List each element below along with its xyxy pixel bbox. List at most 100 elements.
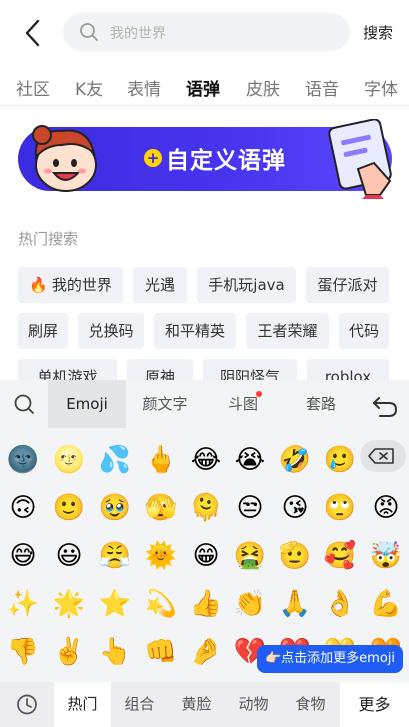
undo-icon[interactable] bbox=[365, 390, 405, 420]
search-input[interactable]: 我的世界 bbox=[110, 23, 166, 43]
hot-search-title: 热门搜索 bbox=[18, 230, 79, 248]
emoji-key[interactable]: 😅 bbox=[3, 536, 43, 576]
emoji-key[interactable]: 👏 bbox=[230, 584, 270, 624]
recent-clock-icon[interactable] bbox=[0, 682, 54, 727]
emoji-key[interactable]: 😤 bbox=[95, 536, 135, 576]
keyboard-tabs: Emoji 颜文字 斗图 套路 bbox=[0, 380, 409, 428]
tab-yudan[interactable]: 语弹 bbox=[186, 75, 220, 100]
emoji-key[interactable]: 🥰 bbox=[320, 536, 360, 576]
emoji-grid: 🌚 🌝 💦 🖕 😂 😭 🤣 🥲 🙃 🙂 🥹 🫣 🫠 😒 😘 🙄 😡 😅 😃 😤 🌞 😁 🤮 🫡 🥰 🤯 ✨ 🌟 ⭐ 💫 👍 👏 🙏 👌 💪 👎 ✌️ 👆 👊… bbox=[0, 428, 409, 678]
category-smileys[interactable]: 黄脸 bbox=[168, 682, 225, 727]
emoji-key[interactable]: 😡 bbox=[366, 488, 406, 528]
category-animals[interactable]: 动物 bbox=[225, 682, 282, 727]
emoji-key[interactable]: 💫 bbox=[141, 584, 181, 624]
search-icon[interactable] bbox=[0, 380, 48, 428]
category-combo[interactable]: 组合 bbox=[111, 682, 168, 727]
note-icon bbox=[328, 119, 392, 199]
emoji-key[interactable]: 🙏 bbox=[275, 584, 315, 624]
category-hot[interactable]: 热门 bbox=[54, 682, 111, 727]
chip-label: 刷屏 bbox=[27, 322, 58, 340]
plus-icon: + bbox=[144, 149, 162, 167]
emoji-key[interactable]: 🤯 bbox=[366, 536, 406, 576]
emoji-key[interactable]: 👎 bbox=[3, 632, 43, 672]
search-box[interactable]: 我的世界 bbox=[63, 13, 350, 51]
emoji-key[interactable]: 👊 bbox=[141, 632, 181, 672]
back-arrow-icon[interactable] bbox=[20, 18, 46, 48]
emoji-key[interactable]: 🌞 bbox=[141, 536, 181, 576]
emoji-key[interactable]: 😘 bbox=[275, 488, 315, 528]
mascot-icon bbox=[32, 125, 97, 192]
new-badge-dot bbox=[256, 391, 262, 397]
chip-label: 我的世界 bbox=[51, 276, 112, 294]
hot-search-chip[interactable]: 兑换码 bbox=[78, 313, 144, 349]
hot-search-chip[interactable]: 🔥 我的世界 bbox=[18, 267, 123, 303]
emoji-key[interactable]: 😃 bbox=[49, 536, 89, 576]
fire-icon: 🔥 bbox=[29, 276, 48, 294]
hot-search-chip[interactable]: 蛋仔派对 bbox=[306, 267, 389, 303]
category-tabs: 社区 K友 表情 语弹 皮肤 语音 字体 bbox=[0, 70, 409, 106]
emoji-key[interactable]: 🤮 bbox=[230, 536, 270, 576]
emoji-key[interactable]: 🌝 bbox=[49, 440, 89, 480]
tab-meme[interactable]: 斗图 bbox=[204, 380, 282, 428]
emoji-key[interactable]: 🤣 bbox=[275, 440, 315, 480]
chip-label: 代码 bbox=[348, 322, 379, 340]
emoji-keyboard: Emoji 颜文字 斗图 套路 🌚🌝💦🖕😂😭🤣🥲🙃🙂🥹🫣🫠😒😘🙄😡😅😃😤🌞😁🤮� bbox=[0, 380, 409, 727]
emoji-key[interactable]: 👆 bbox=[95, 632, 135, 672]
tab-community[interactable]: 社区 bbox=[16, 75, 50, 100]
chip-label: 和平精英 bbox=[164, 322, 225, 340]
hot-search-chip[interactable]: 手机玩java bbox=[197, 267, 296, 303]
emoji-key[interactable]: 😁 bbox=[186, 536, 226, 576]
emoji-key[interactable]: ✨ bbox=[3, 584, 43, 624]
tab-stickers[interactable]: 表情 bbox=[127, 75, 161, 100]
emoji-key[interactable]: 😂 bbox=[186, 440, 226, 480]
chip-label: 王者荣耀 bbox=[257, 322, 318, 340]
tab-skins[interactable]: 皮肤 bbox=[246, 75, 280, 100]
emoji-key[interactable]: 👍 bbox=[186, 584, 226, 624]
hot-search-chip[interactable]: 刷屏 bbox=[18, 313, 68, 349]
tab-kaomoji[interactable]: 颜文字 bbox=[126, 380, 204, 428]
hot-search-chip[interactable]: 王者荣耀 bbox=[246, 313, 329, 349]
category-food[interactable]: 食物 bbox=[282, 682, 339, 727]
tab-voice[interactable]: 语音 bbox=[305, 75, 339, 100]
tab-emoji[interactable]: Emoji bbox=[48, 380, 126, 428]
search-icon bbox=[80, 23, 98, 41]
tab-routine[interactable]: 套路 bbox=[282, 380, 360, 428]
emoji-key[interactable]: 👌 bbox=[320, 584, 360, 624]
app-screen: 我的世界 搜索 社区 K友 表情 语弹 皮肤 语音 字体 + 自定义语弹 热门搜… bbox=[0, 0, 409, 727]
emoji-key[interactable]: 😭 bbox=[230, 440, 270, 480]
emoji-key[interactable]: 🤌 bbox=[186, 632, 226, 672]
emoji-key[interactable]: 🙂 bbox=[49, 488, 89, 528]
emoji-key[interactable]: 🖕 bbox=[141, 440, 181, 480]
emoji-key[interactable]: ⭐ bbox=[95, 584, 135, 624]
emoji-key[interactable]: 🥹 bbox=[95, 488, 135, 528]
search-button[interactable]: 搜索 bbox=[363, 22, 393, 43]
tab-fonts[interactable]: 字体 bbox=[364, 75, 398, 100]
tab-yudan-label: 语弹 bbox=[186, 80, 220, 100]
emoji-key[interactable]: 🌚 bbox=[3, 440, 43, 480]
hot-search-chip[interactable]: 光遇 bbox=[133, 267, 187, 303]
emoji-key[interactable]: 🙃 bbox=[3, 488, 43, 528]
emoji-key[interactable]: 🫠 bbox=[186, 488, 226, 528]
emoji-key[interactable]: 🥲 bbox=[320, 440, 360, 480]
emoji-key[interactable]: 🌟 bbox=[49, 584, 89, 624]
emoji-key[interactable]: 🫣 bbox=[141, 488, 181, 528]
chip-label: 手机玩java bbox=[208, 276, 285, 294]
hot-search-chip[interactable]: 和平精英 bbox=[154, 313, 236, 349]
more-button[interactable]: 更多 bbox=[340, 682, 409, 727]
emoji-category-bar: 热门 组合 黄脸 动物 食物 更多 bbox=[0, 682, 409, 727]
top-bar: 我的世界 搜索 bbox=[0, 0, 409, 66]
emoji-key[interactable]: ✌️ bbox=[49, 632, 89, 672]
chip-label: 光遇 bbox=[144, 276, 175, 294]
chip-label: 蛋仔派对 bbox=[317, 276, 378, 294]
hot-search-chip[interactable]: 代码 bbox=[339, 313, 389, 349]
emoji-key[interactable]: 😒 bbox=[230, 488, 270, 528]
emoji-key[interactable]: 💦 bbox=[95, 440, 135, 480]
emoji-key[interactable]: 🫡 bbox=[275, 536, 315, 576]
emoji-key[interactable]: 🙄 bbox=[320, 488, 360, 528]
custom-yudan-banner[interactable]: + 自定义语弹 bbox=[18, 119, 392, 199]
banner-label: 自定义语弹 bbox=[166, 148, 286, 174]
tab-kfriend[interactable]: K友 bbox=[75, 75, 103, 100]
backspace-button[interactable] bbox=[360, 440, 406, 472]
add-more-emoji-tip[interactable]: 👉🏻点击添加更多emoji bbox=[257, 645, 403, 673]
emoji-key[interactable]: 💪 bbox=[366, 584, 406, 624]
